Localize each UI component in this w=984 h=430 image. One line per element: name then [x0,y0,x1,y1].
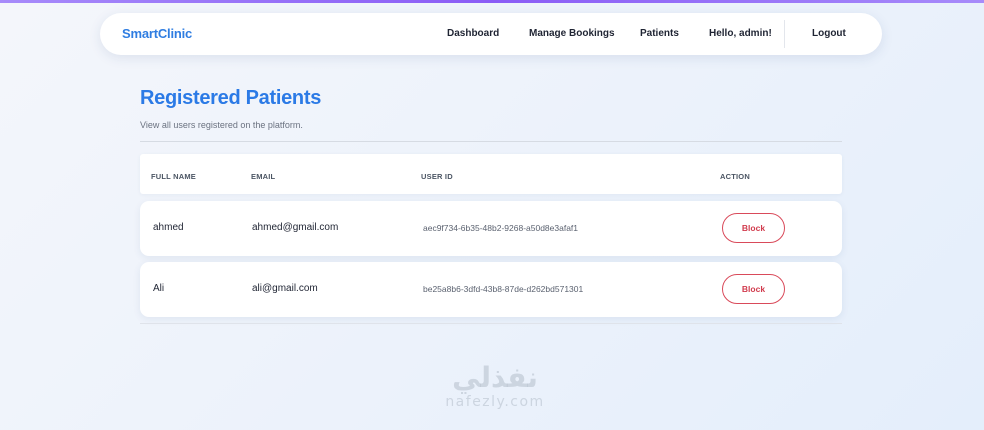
nav-divider [784,20,785,48]
page-title: Registered Patients [140,87,322,109]
column-header-action: ACTION [720,172,750,181]
column-header-full-name: FULL NAME [151,172,196,181]
cell-full-name: ahmed [153,222,184,233]
cell-full-name: Ali [153,283,165,294]
watermark-latin-text: nafezly.com [445,394,545,410]
top-navbar: SmartClinic Dashboard Manage Bookings Pa… [100,13,882,55]
watermark-arabic-text: نفذلي [452,361,538,394]
column-header-email: EMAIL [251,172,276,181]
nav-link-manage-bookings[interactable]: Manage Bookings [529,28,615,39]
table-header: FULL NAME EMAIL USER ID ACTION [140,154,842,194]
nav-link-dashboard[interactable]: Dashboard [447,28,499,39]
nav-link-patients[interactable]: Patients [640,28,679,39]
cell-email: ahmed@gmail.com [252,222,339,233]
table-row: Ali ali@gmail.com be25a8b6-3dfd-43b8-87d… [140,262,842,317]
cell-user-id: be25a8b6-3dfd-43b8-87de-d262bd571301 [423,284,584,294]
watermark-logo: نفذلي nafezly.com [430,361,560,411]
column-header-user-id: USER ID [421,172,453,181]
cell-email: ali@gmail.com [252,283,318,294]
logout-link[interactable]: Logout [812,28,846,39]
table-row: ahmed ahmed@gmail.com aec9f734-6b35-48b2… [140,201,842,256]
user-greeting: Hello, admin! [709,28,772,39]
table-bottom-divider [140,323,842,324]
title-divider [140,141,842,142]
brand-logo[interactable]: SmartClinic [122,26,192,41]
block-button[interactable]: Block [722,213,785,243]
top-accent-bar [0,0,984,3]
block-button[interactable]: Block [722,274,785,304]
cell-user-id: aec9f734-6b35-48b2-9268-a50d8e3afaf1 [423,223,579,233]
page-subtitle: View all users registered on the platfor… [140,120,303,130]
